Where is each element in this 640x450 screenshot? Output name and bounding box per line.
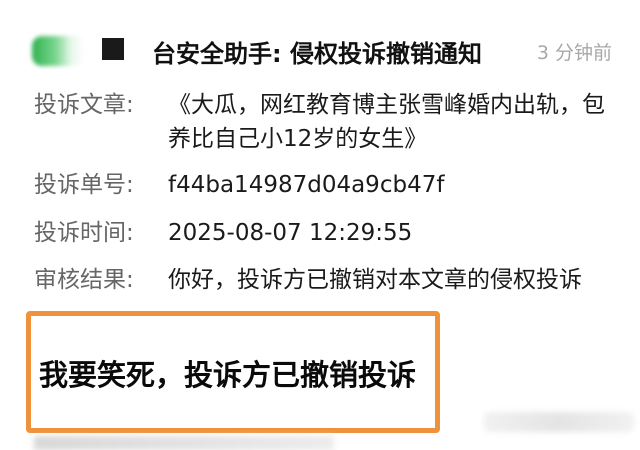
complaint-article-value: 《大瓜，网红教育博主张雪峰婚内出轨，包养比自己小12岁的女生》	[168, 92, 605, 152]
detail-label: 投诉单号:	[34, 172, 134, 198]
timestamp: 3 分钟前	[536, 42, 612, 64]
highlight-box: 我要笑死，投诉方已撤销投诉	[26, 311, 440, 433]
notification-header: 台安全助手: 侵权投诉撤销通知 3 分钟前	[30, 28, 620, 72]
blurred-watermark	[484, 412, 634, 432]
notification-title: 台安全助手: 侵权投诉撤销通知	[152, 40, 482, 68]
complaint-ticket-value: f44ba14987d04a9cb47f	[168, 172, 445, 198]
redacted-name-block	[102, 38, 124, 60]
highlight-caption: 我要笑死，投诉方已撤销投诉	[39, 358, 417, 392]
review-result-value: 你好，投诉方已撤销对本文章的侵权投诉	[168, 267, 582, 293]
notification-card[interactable]: 台安全助手: 侵权投诉撤销通知 3 分钟前 投诉文章: 《大瓜，网红教育博主张雪…	[0, 0, 640, 450]
sender-avatar	[32, 36, 84, 66]
detail-label: 投诉时间:	[34, 220, 134, 246]
complaint-time-value: 2025-08-07 12:29:55	[168, 220, 413, 246]
detail-label: 审核结果:	[34, 267, 134, 293]
detail-label: 投诉文章:	[34, 92, 134, 118]
blurred-footer-text	[34, 436, 334, 450]
